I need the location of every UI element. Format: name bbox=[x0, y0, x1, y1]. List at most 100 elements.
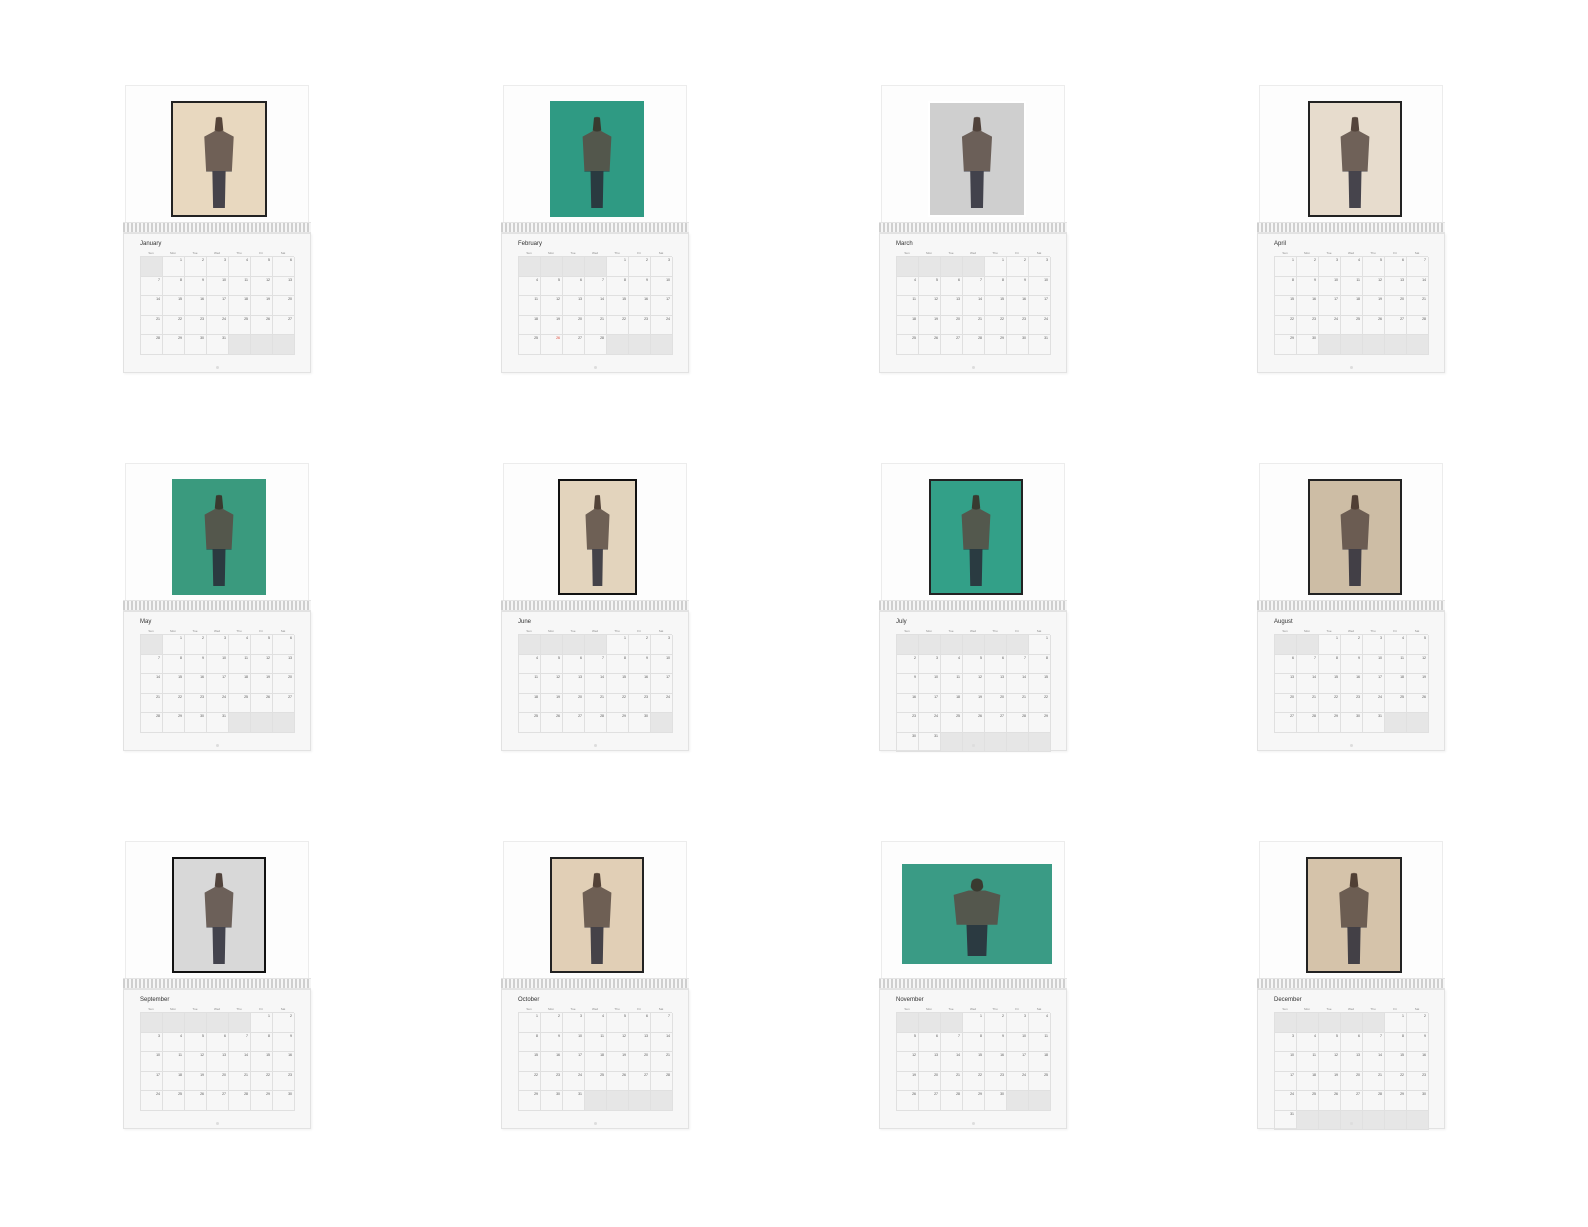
day-cell[interactable]: 10 bbox=[651, 276, 673, 296]
day-cell[interactable]: 15 bbox=[607, 674, 629, 694]
day-cell[interactable]: 19 bbox=[251, 296, 273, 316]
day-cell[interactable]: 24 bbox=[141, 1091, 163, 1111]
day-cell[interactable]: 2 bbox=[541, 1013, 563, 1033]
calendar-page-october[interactable]: October Sun Mon Tue Wed Thu Fri Sat 1 2 3 4 5 6 7 8 9 10 1… bbox=[501, 841, 689, 1129]
day-cell[interactable]: 16 bbox=[541, 1052, 563, 1072]
day-cell[interactable]: 25 bbox=[163, 1091, 185, 1111]
day-cell[interactable]: 5 bbox=[541, 654, 563, 674]
day-cell[interactable]: 3 bbox=[1363, 635, 1385, 655]
day-cell[interactable]: 26 bbox=[919, 335, 941, 355]
day-cell[interactable]: 20 bbox=[1275, 693, 1297, 713]
day-cell[interactable]: 4 bbox=[519, 276, 541, 296]
day-cell[interactable]: 22 bbox=[163, 315, 185, 335]
day-cell[interactable]: 19 bbox=[1407, 674, 1429, 694]
day-cell[interactable]: 10 bbox=[207, 654, 229, 674]
day-cell[interactable]: 11 bbox=[897, 296, 919, 316]
day-cell[interactable]: 29 bbox=[1319, 713, 1341, 733]
day-cell[interactable]: 23 bbox=[541, 1071, 563, 1091]
day-cell[interactable]: 5 bbox=[1407, 635, 1429, 655]
day-cell[interactable]: 8 bbox=[519, 1032, 541, 1052]
day-cell[interactable]: 16 bbox=[185, 674, 207, 694]
day-cell[interactable]: 16 bbox=[1341, 674, 1363, 694]
day-cell[interactable]: 29 bbox=[163, 335, 185, 355]
day-cell[interactable]: 17 bbox=[141, 1071, 163, 1091]
day-cell[interactable]: 30 bbox=[541, 1091, 563, 1111]
day-cell[interactable]: 25 bbox=[1297, 1091, 1319, 1111]
day-cell[interactable]: 29 bbox=[1029, 713, 1051, 733]
day-cell[interactable]: 24 bbox=[563, 1071, 585, 1091]
day-cell[interactable]: 3 bbox=[651, 635, 673, 655]
day-cell[interactable]: 8 bbox=[163, 276, 185, 296]
day-cell[interactable]: 23 bbox=[1297, 315, 1319, 335]
day-cell[interactable]: 11 bbox=[1385, 654, 1407, 674]
day-cell[interactable]: 1 bbox=[607, 635, 629, 655]
day-cell[interactable]: 2 bbox=[185, 635, 207, 655]
day-cell[interactable]: 27 bbox=[273, 693, 295, 713]
day-cell[interactable]: 23 bbox=[897, 713, 919, 733]
day-cell[interactable]: 23 bbox=[1407, 1071, 1429, 1091]
day-cell[interactable]: 20 bbox=[207, 1071, 229, 1091]
day-cell[interactable]: 12 bbox=[185, 1052, 207, 1072]
day-cell[interactable]: 20 bbox=[1341, 1071, 1363, 1091]
day-cell[interactable]: 5 bbox=[1363, 257, 1385, 277]
day-cell[interactable]: 1 bbox=[607, 257, 629, 277]
day-cell[interactable]: 2 bbox=[897, 654, 919, 674]
day-cell[interactable]: 21 bbox=[585, 315, 607, 335]
day-cell[interactable]: 26 bbox=[607, 1071, 629, 1091]
calendar-page-march[interactable]: March Sun Mon Tue Wed Thu Fri Sat 1 2 3 4 5 6 7 8 9 10 11 1… bbox=[879, 85, 1067, 373]
day-cell[interactable]: 3 bbox=[563, 1013, 585, 1033]
day-cell[interactable]: 19 bbox=[251, 674, 273, 694]
day-cell[interactable]: 1 bbox=[1385, 1013, 1407, 1033]
day-cell[interactable]: 13 bbox=[1385, 276, 1407, 296]
day-cell[interactable]: 21 bbox=[141, 315, 163, 335]
day-cell[interactable]: 8 bbox=[1319, 654, 1341, 674]
day-cell[interactable]: 12 bbox=[541, 674, 563, 694]
day-cell[interactable]: 25 bbox=[1341, 315, 1363, 335]
day-cell[interactable]: 6 bbox=[985, 654, 1007, 674]
day-cell[interactable]: 24 bbox=[1007, 1071, 1029, 1091]
day-cell[interactable]: 9 bbox=[897, 674, 919, 694]
day-cell[interactable]: 25 bbox=[585, 1071, 607, 1091]
day-cell[interactable]: 7 bbox=[963, 276, 985, 296]
day-cell[interactable]: 19 bbox=[963, 693, 985, 713]
day-cell[interactable]: 18 bbox=[519, 693, 541, 713]
day-cell[interactable]: 19 bbox=[541, 315, 563, 335]
day-cell[interactable]: 28 bbox=[585, 713, 607, 733]
day-cell[interactable]: 25 bbox=[229, 693, 251, 713]
day-cell[interactable]: 2 bbox=[273, 1013, 295, 1033]
day-cell[interactable]: 30 bbox=[897, 732, 919, 752]
day-cell[interactable]: 30 bbox=[1007, 335, 1029, 355]
day-cell[interactable]: 30 bbox=[985, 1091, 1007, 1111]
day-cell[interactable]: 20 bbox=[629, 1052, 651, 1072]
day-cell[interactable]: 27 bbox=[207, 1091, 229, 1111]
day-cell[interactable]: 13 bbox=[273, 654, 295, 674]
day-cell[interactable]: 23 bbox=[629, 315, 651, 335]
calendar-page-december[interactable]: December Sun Mon Tue Wed Thu Fri Sat 1 2 3 4 5 6 7 8 9 10… bbox=[1257, 841, 1445, 1130]
day-cell[interactable]: 10 bbox=[1319, 276, 1341, 296]
day-cell[interactable]: 9 bbox=[185, 654, 207, 674]
day-cell[interactable]: 3 bbox=[651, 257, 673, 277]
day-cell[interactable]: 6 bbox=[563, 276, 585, 296]
day-cell[interactable]: 21 bbox=[1007, 693, 1029, 713]
day-cell[interactable]: 16 bbox=[985, 1052, 1007, 1072]
day-cell[interactable]: 2 bbox=[629, 635, 651, 655]
calendar-page-may[interactable]: May Sun Mon Tue Wed Thu Fri Sat 1 2 3 4 5 6 7 8 9 10 11 12 1… bbox=[123, 463, 311, 751]
day-cell[interactable]: 9 bbox=[629, 276, 651, 296]
day-cell[interactable]: 27 bbox=[919, 1091, 941, 1111]
day-cell[interactable]: 15 bbox=[251, 1052, 273, 1072]
day-cell[interactable]: 26 bbox=[963, 713, 985, 733]
day-cell[interactable]: 21 bbox=[1407, 296, 1429, 316]
day-cell[interactable]: 30 bbox=[185, 335, 207, 355]
day-cell[interactable]: 11 bbox=[163, 1052, 185, 1072]
day-cell[interactable]: 6 bbox=[629, 1013, 651, 1033]
day-cell[interactable]: 19 bbox=[897, 1071, 919, 1091]
day-cell[interactable]: 5 bbox=[963, 654, 985, 674]
day-cell[interactable]: 6 bbox=[1275, 654, 1297, 674]
day-cell[interactable]: 18 bbox=[585, 1052, 607, 1072]
day-cell[interactable]: 19 bbox=[1319, 1071, 1341, 1091]
day-cell[interactable]: 7 bbox=[141, 276, 163, 296]
day-cell[interactable]: 11 bbox=[519, 674, 541, 694]
day-cell[interactable]: 20 bbox=[1385, 296, 1407, 316]
day-cell[interactable]: 13 bbox=[1341, 1052, 1363, 1072]
day-cell[interactable]: 9 bbox=[185, 276, 207, 296]
